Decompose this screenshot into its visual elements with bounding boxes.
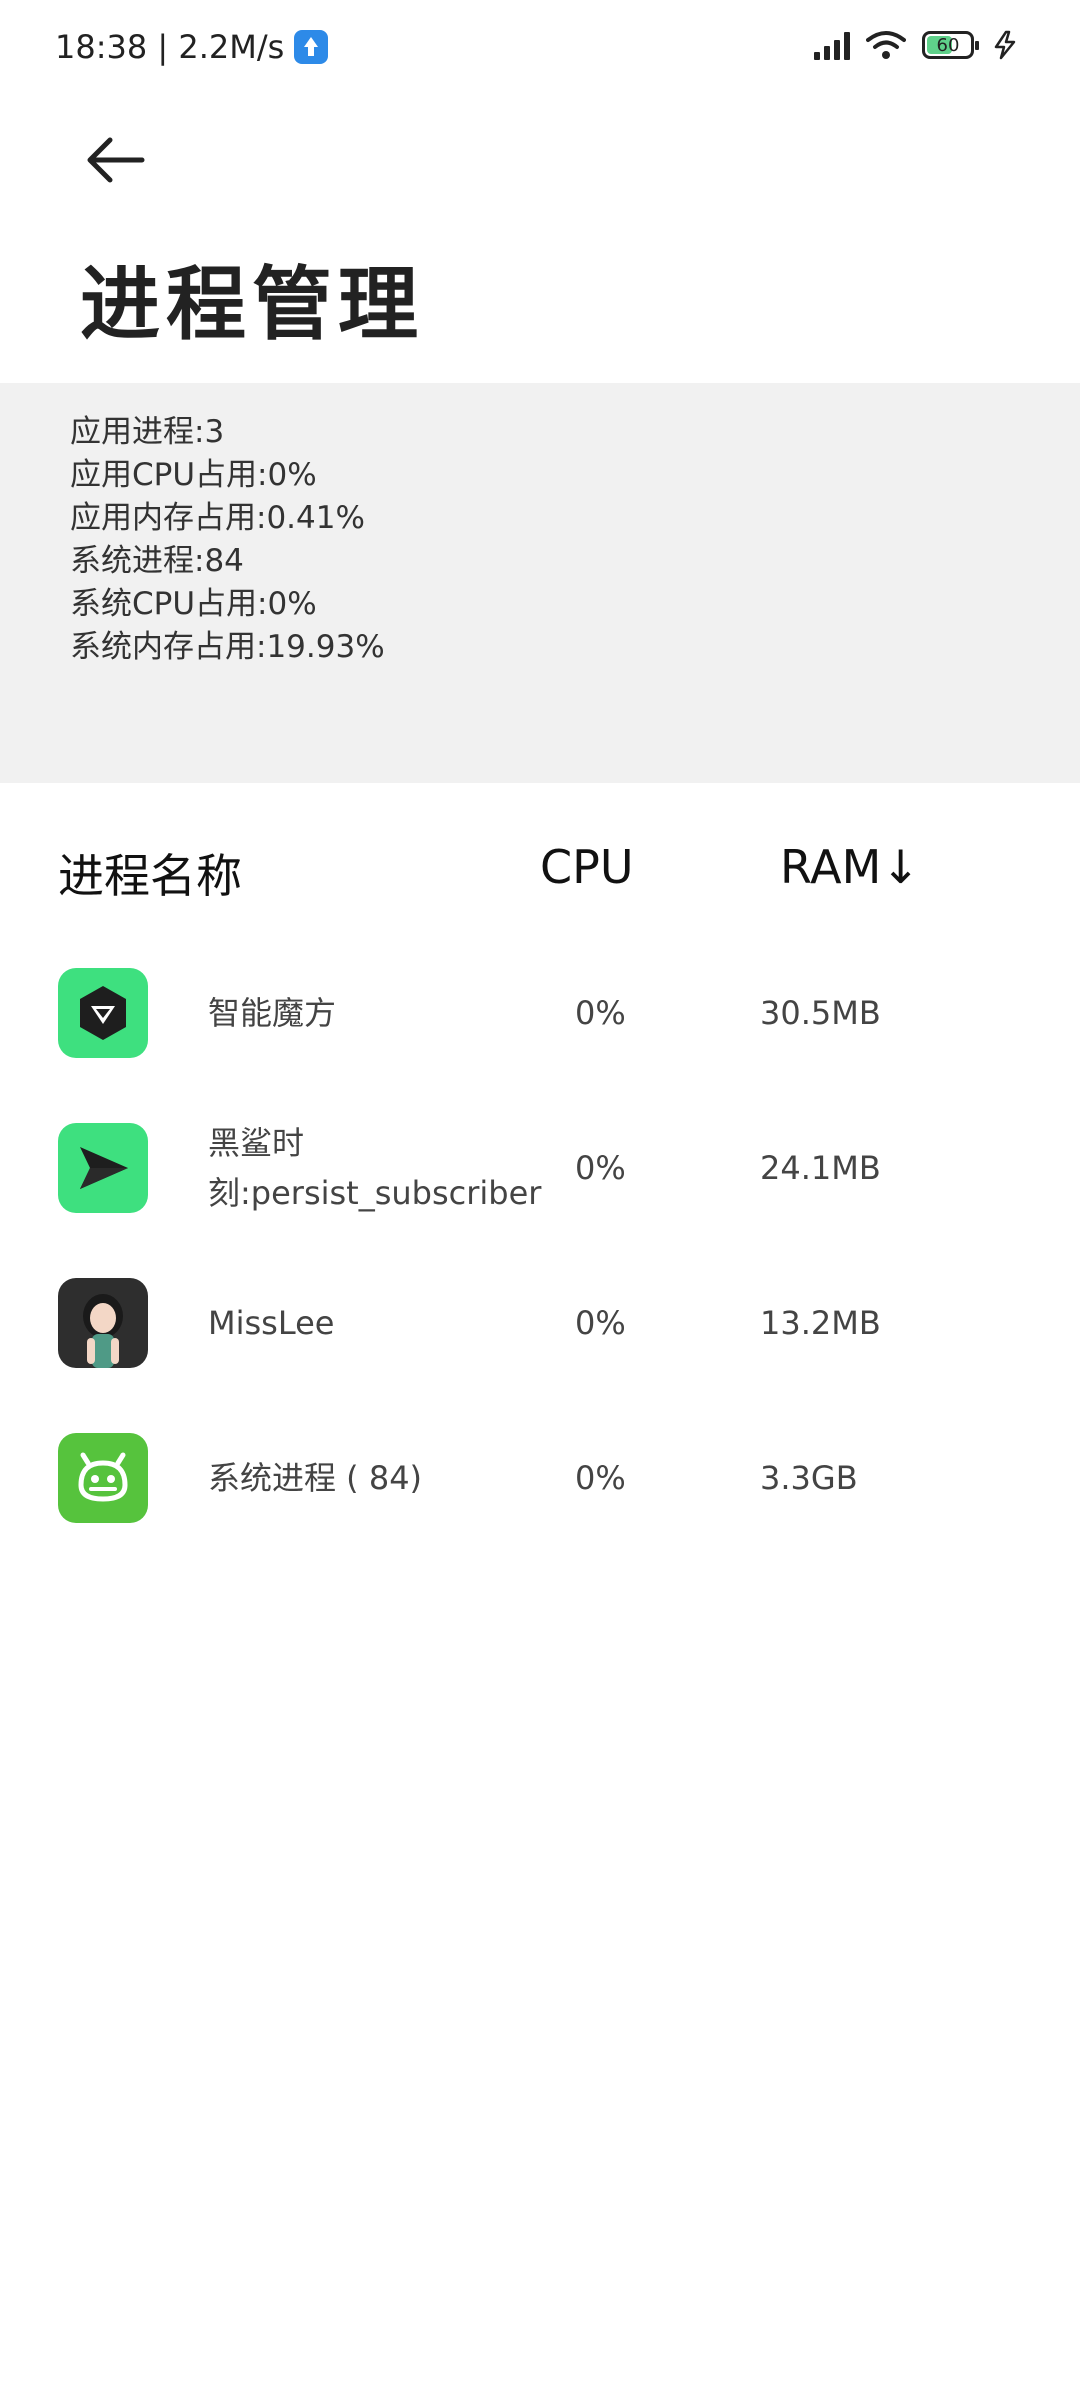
summary-app-process-count: 应用进程:3 bbox=[70, 414, 225, 450]
column-header-ram[interactable]: RAM↓ bbox=[780, 840, 920, 894]
time-speed-text: 18:38 | 2.2M/s bbox=[55, 28, 285, 66]
process-name: 智能魔方 bbox=[208, 994, 337, 1032]
wifi-icon bbox=[866, 31, 906, 59]
summary-app-cpu: 应用CPU占用:0% bbox=[70, 457, 317, 493]
upload-icon bbox=[294, 30, 329, 64]
battery-icon: 60 bbox=[922, 31, 979, 59]
status-left: 18:38 | 2.2M/s bbox=[55, 28, 329, 66]
process-ram: 30.5MB bbox=[760, 994, 881, 1032]
column-header-name[interactable]: 进程名称 bbox=[58, 840, 242, 906]
android-icon bbox=[58, 1433, 148, 1523]
process-cpu: 0% bbox=[575, 1304, 626, 1342]
process-cpu: 0% bbox=[575, 1149, 626, 1187]
process-row-system[interactable]: 系统进程 ( 84) 0% 3.3GB bbox=[0, 1413, 1080, 1543]
process-ram: 13.2MB bbox=[760, 1304, 881, 1342]
process-ram: 3.3GB bbox=[760, 1459, 858, 1497]
process-ram: 24.1MB bbox=[760, 1149, 881, 1187]
process-row-zhineng-mofang[interactable]: 智能魔方 0% 30.5MB bbox=[0, 948, 1080, 1078]
process-row-heisha-shike[interactable]: 黑鲨时刻:persist_subscriber 0% 24.1MB bbox=[0, 1103, 1080, 1233]
back-button[interactable] bbox=[80, 130, 150, 190]
charging-icon bbox=[994, 30, 1016, 60]
process-name: 黑鲨时刻:persist_subscriber bbox=[208, 1124, 542, 1212]
column-header-cpu[interactable]: CPU bbox=[540, 840, 634, 894]
status-right: 60 bbox=[814, 30, 1020, 60]
arrow-left-icon bbox=[87, 137, 145, 183]
summary-system-cpu: 系统CPU占用:0% bbox=[70, 586, 317, 622]
table-header: 进程名称 CPU RAM↓ bbox=[0, 840, 1080, 910]
process-cpu: 0% bbox=[575, 1459, 626, 1497]
process-row-misslee[interactable]: MissLee 0% 13.2MB bbox=[0, 1258, 1080, 1388]
process-name: 系统进程 ( 84) bbox=[208, 1459, 423, 1497]
process-name: MissLee bbox=[208, 1304, 335, 1342]
summary-panel: 应用进程:3 应用CPU占用:0% 应用内存占用:0.41% 系统进程:84 系… bbox=[0, 383, 1080, 783]
status-bar: 18:38 | 2.2M/s 60 bbox=[0, 0, 1080, 100]
battery-level-text: 60 bbox=[936, 34, 960, 56]
summary-app-memory: 应用内存占用:0.41% bbox=[70, 500, 365, 536]
summary-system-memory: 系统内存占用:19.93% bbox=[70, 629, 385, 665]
hd-signal-icon bbox=[814, 30, 850, 60]
avatar-app-icon bbox=[58, 1278, 148, 1368]
page-title: 进程管理 bbox=[80, 258, 424, 351]
process-cpu: 0% bbox=[575, 994, 626, 1032]
cube-app-icon bbox=[58, 968, 148, 1058]
summary-system-process-count: 系统进程:84 bbox=[70, 543, 244, 579]
paper-plane-app-icon bbox=[58, 1123, 148, 1213]
process-manager-page: 18:38 | 2.2M/s 60 进程管理 应用进程:3 应用CPU占用:0%… bbox=[0, 0, 1080, 2400]
